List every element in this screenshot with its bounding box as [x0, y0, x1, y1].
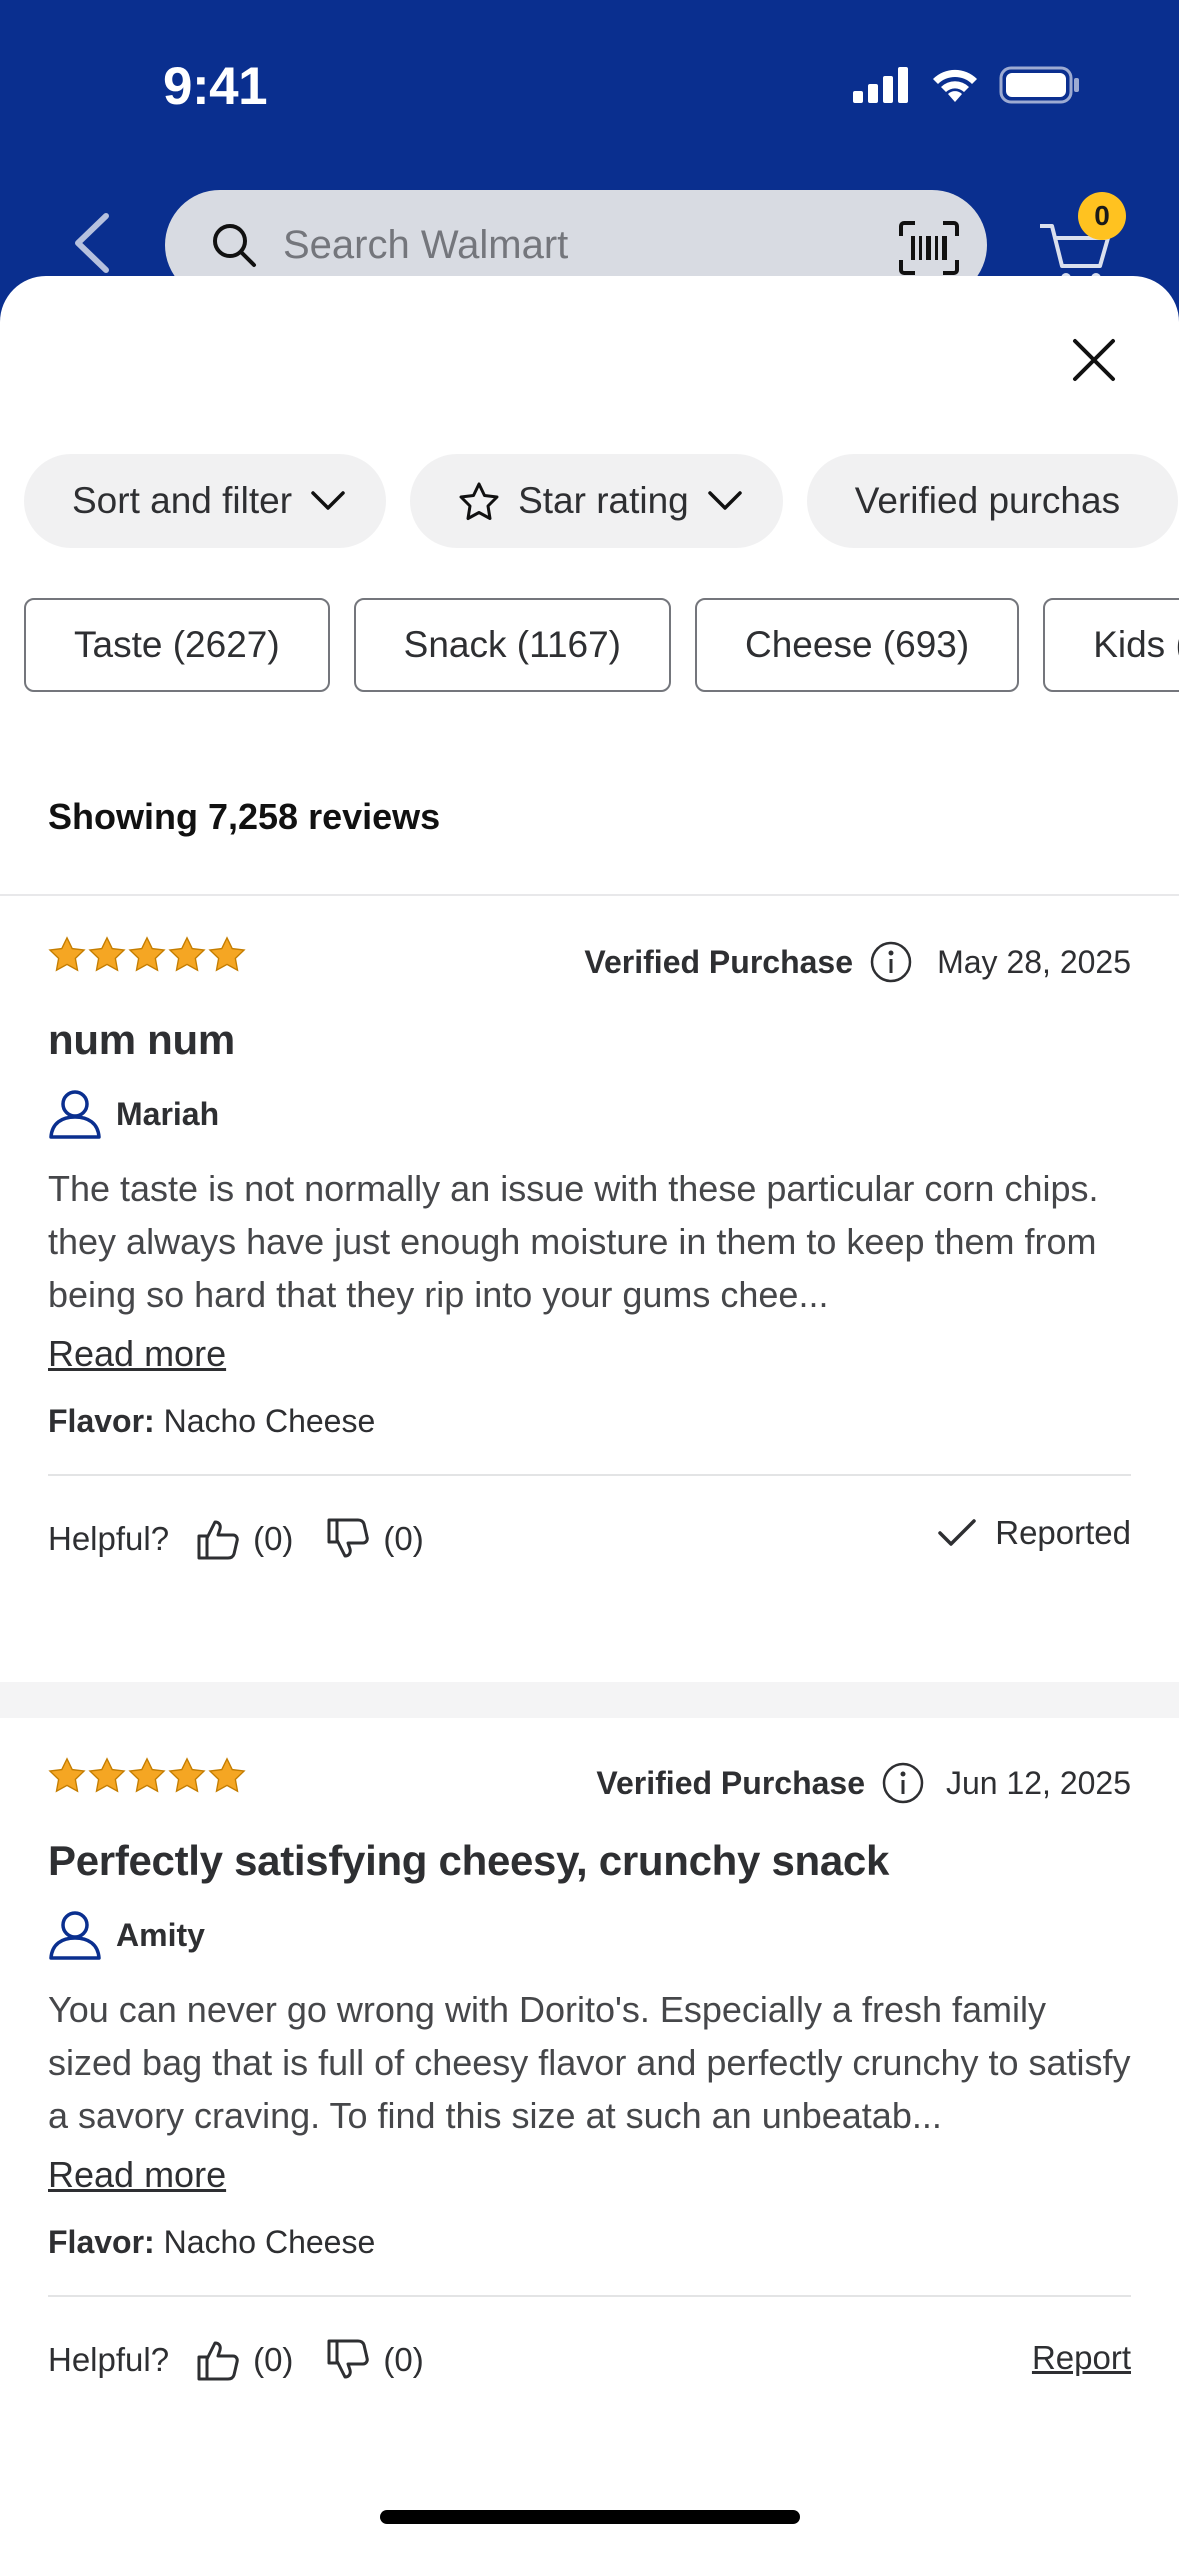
section-separator	[0, 1682, 1179, 1718]
author-name: Amity	[116, 1916, 205, 1953]
star-icon	[208, 936, 246, 972]
status-time: 9:41	[163, 57, 268, 116]
cart-button[interactable]: 0	[1036, 192, 1132, 286]
back-button[interactable]	[62, 210, 122, 276]
tag-taste[interactable]: Taste (2627)	[24, 598, 330, 692]
thumbs-up-button[interactable]: (0)	[195, 2337, 293, 2383]
thumbs-up-count: (0)	[253, 2341, 294, 2378]
thumbs-down-count: (0)	[383, 2341, 424, 2378]
tag-cheese[interactable]: Cheese (693)	[695, 598, 1020, 692]
star-icon	[128, 1757, 166, 1793]
battery-icon	[999, 66, 1079, 104]
star-icon	[168, 936, 206, 972]
star-rating-chip[interactable]: Star rating	[410, 454, 783, 548]
verified-purchase: Verified Purchase	[596, 1761, 925, 1805]
chip-label: Star rating	[518, 480, 689, 521]
review-date: May 28, 2025	[937, 944, 1131, 980]
read-more-link[interactable]: Read more	[48, 2154, 226, 2196]
star-icon	[208, 1757, 246, 1793]
star-icon	[168, 1757, 206, 1793]
chevron-down-icon	[311, 491, 345, 510]
user-icon	[49, 1090, 101, 1139]
status-bar: 9:41	[0, 0, 1179, 170]
review-count: Showing 7,258 reviews	[48, 796, 441, 837]
review-author: Mariah	[48, 1086, 1131, 1142]
keyword-tags: Taste (2627) Snack (1167) Cheese (693) K…	[24, 598, 1179, 692]
thumbs-up-button[interactable]: (0)	[195, 1516, 293, 1562]
thumbs-down-icon	[327, 1518, 370, 1558]
home-indicator	[380, 2510, 800, 2524]
star-rating	[48, 1757, 246, 1793]
divider	[0, 894, 1179, 896]
search-placeholder: Search Walmart	[283, 222, 569, 267]
barcode-scan-icon[interactable]	[897, 220, 961, 276]
flavor-label: Flavor:	[48, 2224, 155, 2260]
report-link[interactable]: Report	[1032, 2339, 1131, 2377]
wifi-icon	[933, 69, 977, 102]
tag-kids[interactable]: Kids (4	[1043, 598, 1179, 692]
review-body: The taste is not normally an issue with …	[48, 1168, 1099, 1315]
flavor-label: Flavor:	[48, 1403, 155, 1439]
review-author: Amity	[48, 1907, 1131, 1963]
search-icon	[213, 224, 256, 267]
read-more-link[interactable]: Read more	[48, 1333, 226, 1375]
close-button[interactable]	[1066, 332, 1122, 388]
thumbs-down-button[interactable]: (0)	[325, 1516, 424, 1562]
star-icon	[48, 1757, 86, 1793]
star-icon	[128, 936, 166, 972]
review-title: Perfectly satisfying cheesy, crunchy sna…	[48, 1837, 890, 1884]
reported-status: Reported	[937, 1514, 1131, 1552]
review-flavor: Flavor: Nacho Cheese	[48, 1403, 1131, 1440]
reviews-sheet: Sort and filter Star rating Verified pur…	[0, 276, 1179, 2556]
flavor-value: Nacho Cheese	[163, 2224, 376, 2260]
info-icon[interactable]	[869, 940, 913, 984]
review-body: You can never go wrong with Dorito's. Es…	[48, 1989, 1131, 2136]
verified-purchase: Verified Purchase	[584, 940, 913, 984]
verified-purchase-chip[interactable]: Verified purchas	[806, 454, 1179, 548]
verified-label: Verified Purchase	[596, 1764, 865, 1801]
review-card: Verified Purchase May 28, 2025 num num M…	[0, 926, 1179, 1602]
filter-chips: Sort and filter Star rating Verified pur…	[24, 454, 1179, 548]
helpful-label: Helpful?	[48, 2341, 170, 2378]
star-rating	[48, 936, 246, 972]
star-outline-icon	[459, 482, 499, 520]
chip-label: Verified purchas	[854, 480, 1121, 521]
user-icon	[49, 1911, 101, 1960]
thumbs-down-count: (0)	[383, 1520, 424, 1557]
chevron-down-icon	[708, 491, 742, 510]
review-title: num num	[48, 1016, 235, 1063]
tag-snack[interactable]: Snack (1167)	[353, 598, 671, 692]
star-icon	[48, 936, 86, 972]
thumbs-up-icon	[197, 2341, 239, 2381]
review-card: Verified Purchase Jun 12, 2025 Perfectly…	[0, 1747, 1179, 2423]
sort-and-filter-chip[interactable]: Sort and filter	[24, 454, 387, 548]
thumbs-up-icon	[197, 1520, 239, 1560]
helpful-label: Helpful?	[48, 1520, 170, 1557]
close-icon	[1073, 339, 1115, 381]
review-flavor: Flavor: Nacho Cheese	[48, 2224, 1131, 2261]
chip-label: Sort and filter	[72, 480, 293, 521]
thumbs-up-count: (0)	[253, 1520, 294, 1557]
helpful-row: Helpful? (0) (0) Reported	[48, 1476, 1131, 1602]
thumbs-down-icon	[327, 2339, 370, 2379]
cellular-signal-icon	[853, 67, 908, 103]
helpful-row: Helpful? (0) (0) Report	[48, 2297, 1131, 2423]
flavor-value: Nacho Cheese	[163, 1403, 376, 1439]
reported-label: Reported	[995, 1514, 1131, 1551]
status-icons	[853, 66, 1081, 104]
info-icon[interactable]	[881, 1761, 925, 1805]
checkmark-icon	[938, 1519, 976, 1546]
star-icon	[88, 936, 126, 972]
cart-count-badge: 0	[1078, 192, 1126, 240]
chevron-left-icon	[75, 213, 109, 273]
author-name: Mariah	[116, 1095, 220, 1132]
thumbs-down-button[interactable]: (0)	[325, 2337, 424, 2383]
review-date: Jun 12, 2025	[945, 1765, 1131, 1801]
verified-label: Verified Purchase	[584, 943, 853, 980]
star-icon	[88, 1757, 126, 1793]
